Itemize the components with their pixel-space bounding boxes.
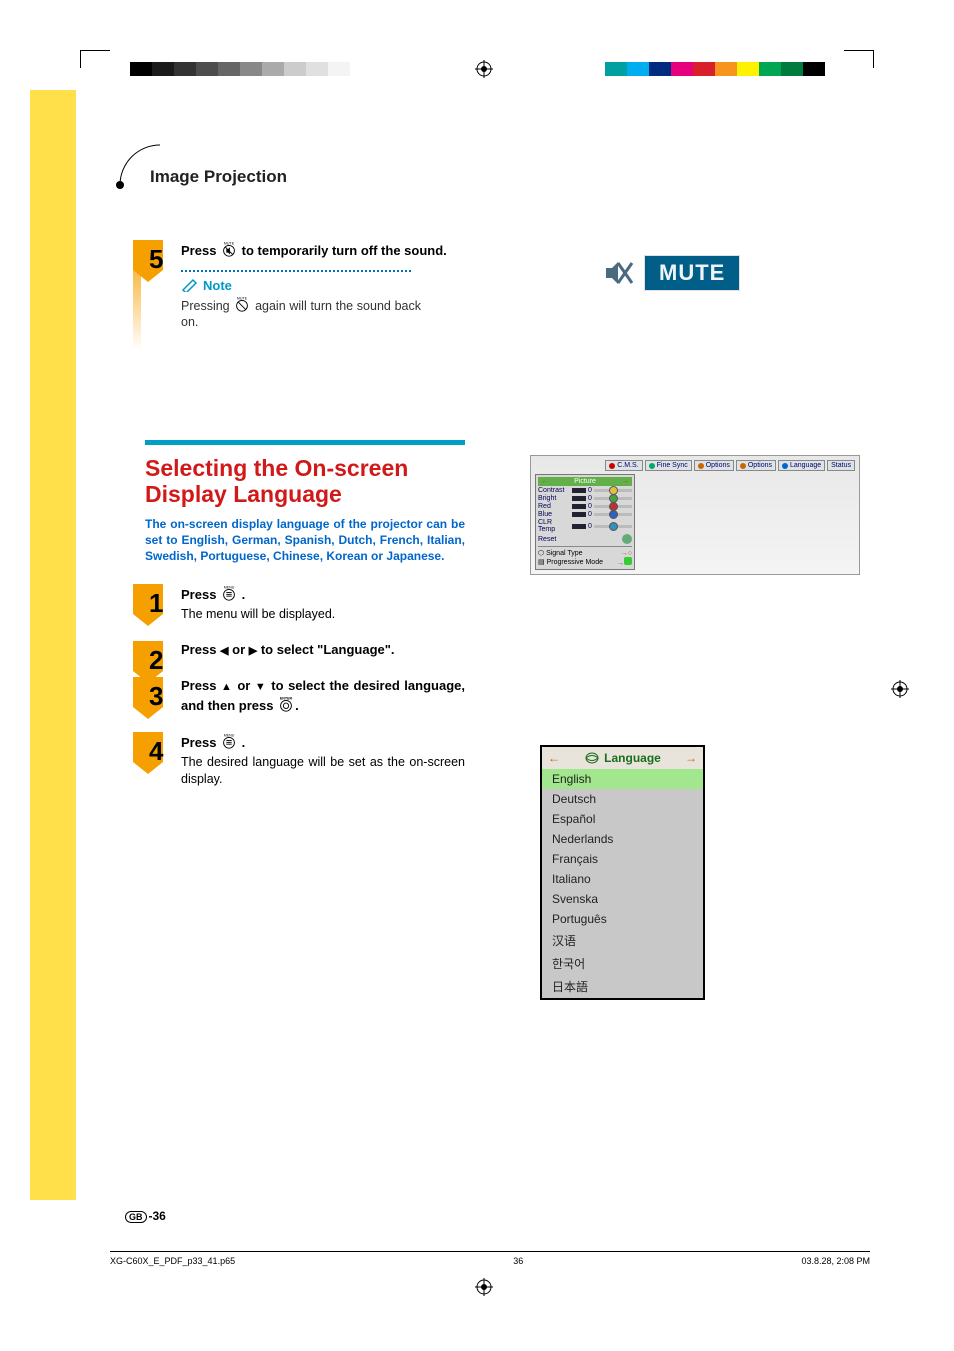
step1-sub: The menu will be displayed.	[181, 606, 465, 623]
step-number: 4	[149, 736, 163, 767]
crop-corner-tl	[80, 50, 110, 68]
section-intro: The on-screen display language of the pr…	[145, 516, 465, 565]
step-2: 2 Press ◀ or ▶ to select "Language".	[145, 641, 465, 659]
note-row: Note	[181, 278, 465, 293]
language-list: EnglishDeutschEspañolNederlandsFrançaisI…	[542, 769, 703, 998]
footer-meta: XG-C60X_E_PDF_p33_41.p65 36 03.8.28, 2:0…	[110, 1251, 870, 1266]
language-option[interactable]: Nederlands	[542, 829, 703, 849]
language-option[interactable]: Italiano	[542, 869, 703, 889]
note-label: Note	[203, 278, 232, 293]
svg-text:MENU: MENU	[224, 586, 235, 590]
step-number: 2	[149, 645, 163, 676]
right-arrow-icon: →	[685, 751, 697, 765]
enter-button-icon: ENTER	[277, 695, 295, 709]
note-text: Pressing MUTE again will turn the sound …	[181, 295, 421, 332]
osd-menu-screenshot: C.M.S. Fine Sync Options Options Languag…	[530, 455, 860, 575]
picture-row: Contrast0	[538, 487, 632, 494]
up-arrow-icon: ▲	[221, 681, 233, 693]
step-5: 5 Press MUTE to temporarily turn off the…	[145, 240, 465, 380]
svg-text:ENTER: ENTER	[280, 696, 293, 700]
step-4: 4 Press MENU . The desired language will…	[145, 732, 465, 787]
picture-row: Bright0	[538, 495, 632, 502]
svg-text:MUTE: MUTE	[224, 242, 235, 246]
page-number: GB-36	[125, 1209, 166, 1223]
mute-button-icon: MUTE	[220, 240, 238, 254]
footer-date: 03.8.28, 2:08 PM	[801, 1256, 870, 1266]
step-number: 3	[149, 681, 163, 712]
menu-tab-language: Language	[778, 460, 825, 471]
picture-row: Red0	[538, 503, 632, 510]
picture-row: Blue0	[538, 511, 632, 518]
svg-text:MENU: MENU	[224, 734, 235, 738]
mute-osd-indicator: MUTE	[600, 255, 770, 291]
step-number: 1	[149, 588, 163, 619]
menu-tab-finesync: Fine Sync	[645, 460, 692, 471]
left-arrow-icon: ←	[548, 751, 560, 765]
note-pencil-icon	[181, 278, 199, 292]
step-1: 1 Press MENU . The menu will be displaye…	[145, 584, 465, 622]
mute-speaker-crossed-icon	[600, 255, 636, 291]
colorbar-left	[130, 62, 350, 76]
registration-mark-bottom	[475, 1278, 493, 1301]
menu-tab-cms: C.M.S.	[605, 460, 642, 471]
language-option[interactable]: 日本語	[542, 975, 703, 998]
down-arrow-icon: ▼	[255, 681, 267, 693]
language-option[interactable]: 汉语	[542, 929, 703, 952]
crop-corner-tr	[844, 50, 874, 68]
language-panel-header: ← Language →	[542, 747, 703, 769]
colorbar-right	[605, 62, 825, 76]
crop-marks-top	[30, 50, 924, 90]
registration-mark-top	[475, 60, 493, 78]
svg-text:MUTE: MUTE	[237, 296, 248, 300]
right-arrow-icon: ▶	[249, 645, 257, 657]
language-globe-icon	[584, 751, 600, 765]
language-option[interactable]: Español	[542, 809, 703, 829]
language-option[interactable]: Deutsch	[542, 789, 703, 809]
dotted-divider	[181, 270, 411, 272]
menu-button-icon: MENU	[220, 732, 238, 746]
step5-text-b: to temporarily turn off the sound.	[242, 243, 447, 258]
picture-panel: ←Picture→ Contrast0Bright0Red0Blue0CLR T…	[535, 474, 635, 570]
menu-tab-options2: Options	[736, 460, 776, 471]
menu-button-icon: MENU	[220, 584, 238, 598]
language-option[interactable]: Português	[542, 909, 703, 929]
language-panel: ← Language → EnglishDeutschEspañolNederl…	[540, 745, 705, 1000]
page-header: Image Projection	[120, 135, 460, 195]
header-title: Image Projection	[150, 167, 287, 187]
step4-sub: The desired language will be set as the …	[181, 754, 465, 788]
menu-tab-status: Status	[827, 460, 855, 471]
registration-mark-right	[891, 680, 909, 703]
footer-file: XG-C60X_E_PDF_p33_41.p65	[110, 1256, 235, 1266]
menu-tab-options1: Options	[694, 460, 734, 471]
language-option[interactable]: English	[542, 769, 703, 789]
section-heading: Selecting the On-screen Display Language	[145, 455, 465, 508]
mute-osd-label: MUTE	[644, 255, 740, 291]
picture-row: CLR Temp0	[538, 519, 632, 533]
language-panel-title: Language	[604, 751, 661, 765]
section-side-tab	[30, 90, 76, 1200]
mute-button-icon: MUTE	[233, 295, 251, 309]
menu-tabs: C.M.S. Fine Sync Options Options Languag…	[535, 460, 855, 471]
left-arrow-icon: ◀	[220, 645, 228, 657]
left-column: 5 Press MUTE to temporarily turn off the…	[145, 240, 465, 805]
step-number: 5	[149, 244, 163, 275]
footer-page: 36	[513, 1256, 523, 1266]
language-option[interactable]: 한국어	[542, 952, 703, 975]
section-divider-bar	[145, 440, 465, 445]
step5-text-a: Press	[181, 243, 220, 258]
step-3: 3 Press ▲ or ▼ to select the desired lan…	[145, 677, 465, 714]
language-option[interactable]: Svenska	[542, 889, 703, 909]
language-option[interactable]: Français	[542, 849, 703, 869]
